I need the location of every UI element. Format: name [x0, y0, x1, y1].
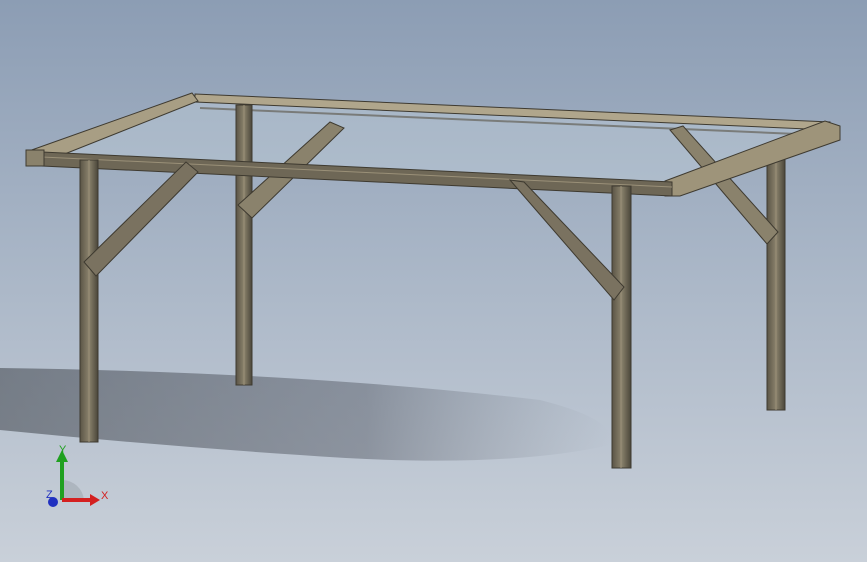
back-left-leg — [235, 104, 253, 386]
z-axis-label: Z — [46, 489, 53, 501]
triad-plane-icon — [62, 479, 84, 500]
front-right-leg — [611, 185, 632, 469]
front-right-brace — [508, 179, 625, 301]
3d-model-view[interactable] — [0, 0, 867, 562]
front-left-brace — [83, 161, 199, 277]
graphics-viewport[interactable]: Y X Z — [0, 0, 867, 562]
front-left-leg — [79, 159, 99, 443]
back-right-leg — [766, 146, 786, 411]
y-axis-label: Y — [59, 444, 67, 456]
axis-triad: Y X Z — [46, 444, 109, 507]
x-axis-label: X — [101, 490, 109, 502]
